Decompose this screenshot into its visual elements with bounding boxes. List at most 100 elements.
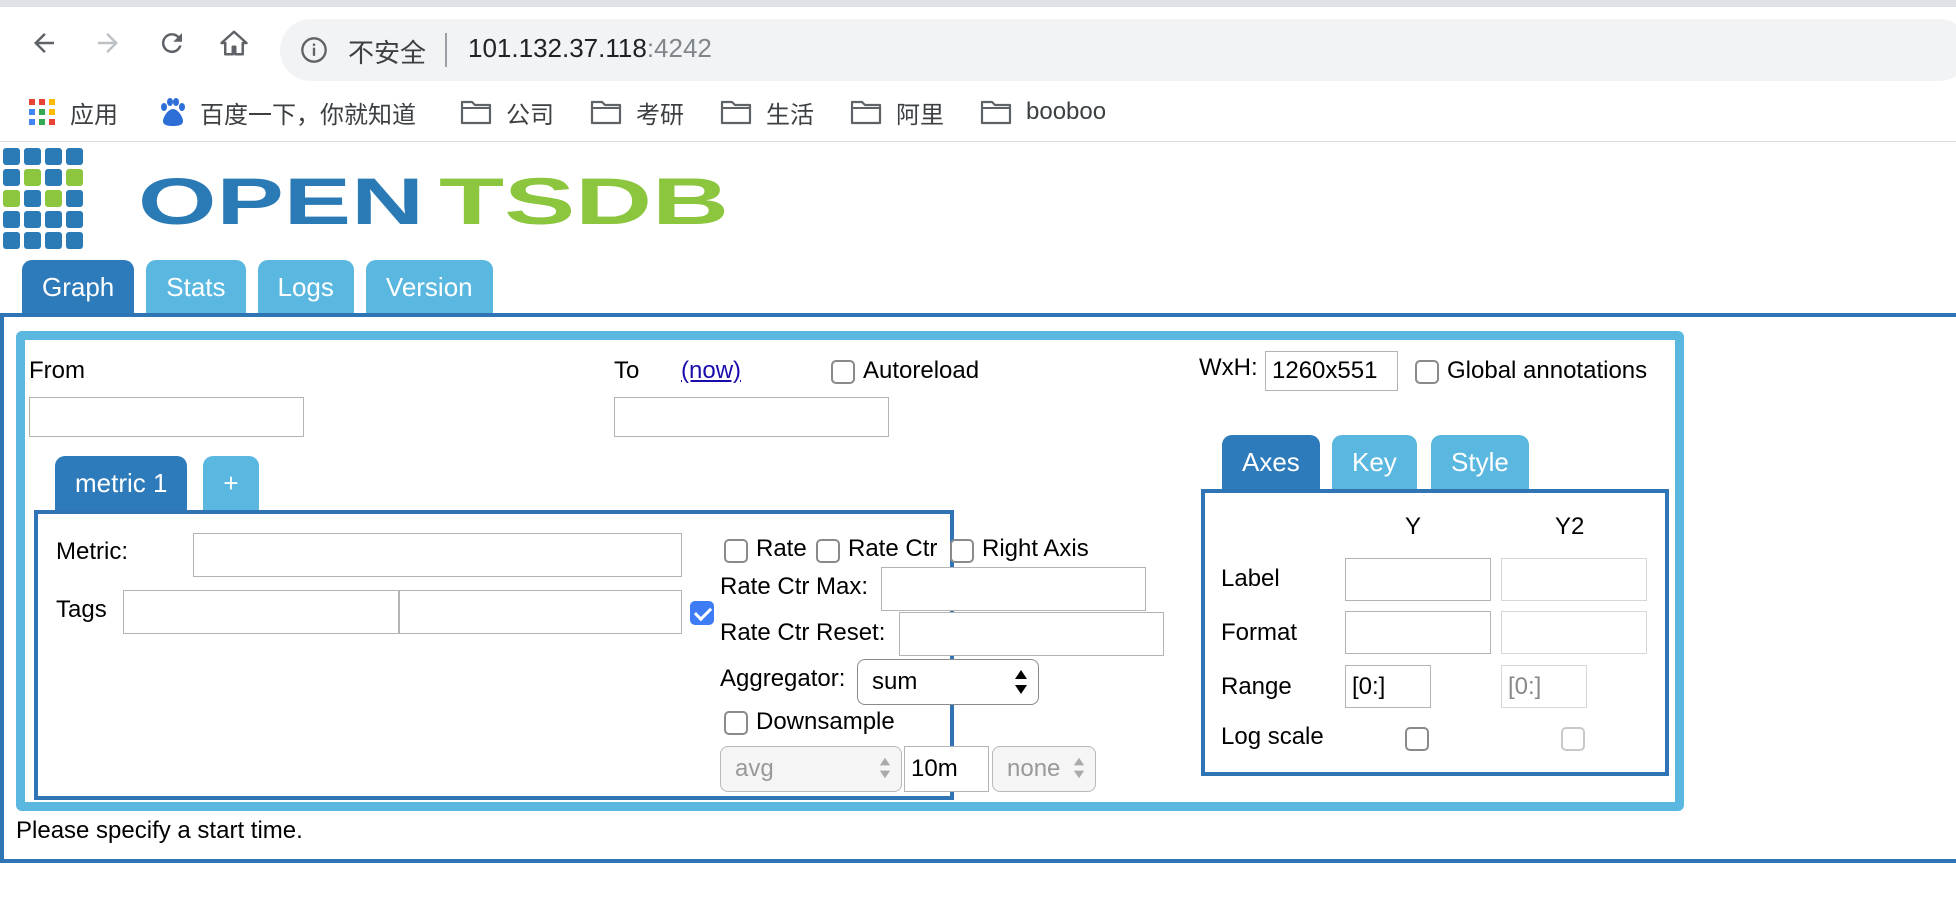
baidu-paw-icon	[161, 98, 185, 126]
tab-version[interactable]: Version	[365, 260, 493, 314]
wxh-input[interactable]	[1265, 351, 1398, 391]
bookmark-folder-kaoyan[interactable]: 考研	[590, 92, 684, 132]
wxh-label: WxH:	[1199, 354, 1258, 381]
now-link[interactable]: (now)	[681, 357, 741, 385]
bookmark-folder-ali[interactable]: 阿里	[850, 92, 944, 132]
rate-ctr-label: Rate Ctr	[848, 535, 938, 562]
add-metric-tab[interactable]: +	[203, 456, 259, 510]
url-text[interactable]: 101.132.37.118:4242	[468, 33, 712, 64]
aggregator-label: Aggregator:	[720, 665, 846, 692]
apps-grid-icon	[29, 99, 55, 125]
status-message: Please specify a start time.	[16, 817, 303, 844]
bookmark-label: 公司	[506, 101, 554, 129]
bookmark-label: 生活	[766, 101, 814, 129]
tab-stats[interactable]: Stats	[146, 260, 246, 314]
global-annotations-label: Global annotations	[1447, 357, 1648, 384]
bookmark-label: 百度一下，你就知道	[200, 101, 416, 129]
info-icon[interactable]	[300, 36, 328, 64]
autoreload-checkbox[interactable]	[831, 360, 855, 384]
tab-axes[interactable]: Axes	[1222, 435, 1320, 489]
address-separator	[445, 33, 447, 67]
global-annotations-checkbox[interactable]	[1415, 360, 1439, 384]
downsample-aggregator-value: avg	[735, 755, 774, 782]
logo-grid-mark	[3, 148, 83, 249]
tags-label: Tags	[56, 596, 107, 623]
arrow-right-icon	[98, 33, 118, 53]
axes-range-row: Range	[1221, 673, 1292, 700]
bookmark-folder-company[interactable]: 公司	[460, 92, 554, 132]
axes-col-y2: Y2	[1555, 513, 1585, 540]
bookmark-label: 考研	[636, 101, 684, 129]
downsample-fill-value: none	[1007, 755, 1061, 782]
tab-style[interactable]: Style	[1431, 435, 1529, 489]
tab-key[interactable]: Key	[1332, 435, 1417, 489]
downsample-fill-select[interactable]: none	[992, 746, 1096, 792]
y2-format-input[interactable]	[1501, 611, 1647, 654]
from-label: From	[29, 357, 85, 384]
address-bar[interactable]: 不安全 101.132.37.118:4242	[280, 19, 1956, 81]
from-input[interactable]	[29, 397, 304, 437]
y2-range-input[interactable]	[1501, 665, 1587, 708]
y-label-input[interactable]	[1345, 558, 1491, 601]
aggregator-select[interactable]: sum	[857, 659, 1039, 705]
select-arrows-icon	[1015, 670, 1027, 694]
tab-logs[interactable]: Logs	[257, 260, 354, 314]
y-log-scale-checkbox[interactable]	[1405, 727, 1429, 751]
home-button[interactable]	[216, 25, 252, 61]
tag-key-input[interactable]	[123, 590, 399, 634]
reload-button[interactable]	[154, 25, 190, 61]
bookmarks-bar: 应用 百度一下，你就知道 公司 考研 生活 阿里 booboo	[0, 84, 1956, 142]
rate-label: Rate	[756, 535, 807, 562]
axes-log-scale-row: Log scale	[1221, 723, 1324, 750]
downsample-checkbox[interactable]	[724, 711, 748, 735]
home-icon	[220, 30, 248, 56]
aggregator-value: sum	[872, 668, 918, 695]
right-axis-checkbox[interactable]	[950, 539, 974, 563]
downsample-aggregator-select[interactable]: avg	[720, 746, 902, 792]
metric-input[interactable]	[193, 533, 682, 577]
rate-ctr-reset-label: Rate Ctr Reset:	[720, 619, 886, 646]
y2-label-input[interactable]	[1501, 558, 1647, 601]
select-arrows-icon	[879, 757, 891, 779]
folder-icon	[590, 100, 622, 125]
autoreload-label: Autoreload	[863, 357, 980, 384]
url-host: 101.132.37.118	[468, 33, 647, 63]
right-axis-label: Right Axis	[982, 535, 1089, 562]
rate-ctr-checkbox[interactable]	[816, 539, 840, 563]
y-range-input[interactable]	[1345, 665, 1431, 708]
metric-form: Metric: Tags Rate Rate Ctr Right Axis Ra…	[34, 510, 1164, 800]
reload-icon	[161, 33, 182, 54]
bookmark-label: 阿里	[896, 101, 944, 129]
rate-ctr-reset-input[interactable]	[899, 612, 1164, 656]
folder-icon	[720, 100, 752, 125]
arrow-left-icon	[34, 33, 54, 53]
tab-metric-1[interactable]: metric 1	[55, 456, 188, 510]
bookmark-folder-life[interactable]: 生活	[720, 92, 814, 132]
select-arrows-icon	[1073, 757, 1085, 779]
y2-log-scale-checkbox[interactable]	[1561, 727, 1585, 751]
axes-format-row: Format	[1221, 619, 1298, 646]
tab-graph[interactable]: Graph	[22, 260, 135, 314]
forward-button[interactable]	[90, 25, 126, 61]
bookmark-folder-booboo[interactable]: booboo	[980, 92, 1106, 132]
tag-value-input[interactable]	[399, 590, 682, 634]
rate-checkbox[interactable]	[724, 539, 748, 563]
bookmark-apps[interactable]: 应用	[28, 92, 118, 132]
query-panel: From To (now) Autoreload WxH: Global ann…	[16, 331, 1684, 811]
opentsdb-logo: OPEN TSDB	[3, 148, 743, 255]
rate-ctr-max-label: Rate Ctr Max:	[720, 573, 869, 600]
bookmark-baidu[interactable]: 百度一下，你就知道	[158, 92, 416, 132]
tag-group-checkbox[interactable]	[690, 601, 714, 625]
to-input[interactable]	[614, 397, 889, 437]
security-label[interactable]: 不安全	[348, 33, 426, 70]
axes-form: Y Y2 Label Format Range Log scale	[1201, 489, 1669, 776]
downsample-interval-input[interactable]	[904, 746, 989, 792]
folder-icon	[850, 100, 882, 125]
browser-tabstrip-edge	[0, 0, 1956, 7]
logo-text-tsdb: TSDB	[439, 164, 729, 238]
y-format-input[interactable]	[1345, 611, 1491, 654]
rate-ctr-max-input[interactable]	[881, 567, 1146, 611]
browser-toolbar: 不安全 101.132.37.118:4242	[0, 7, 1956, 81]
back-button[interactable]	[26, 25, 62, 61]
axes-label-row: Label	[1221, 565, 1280, 592]
